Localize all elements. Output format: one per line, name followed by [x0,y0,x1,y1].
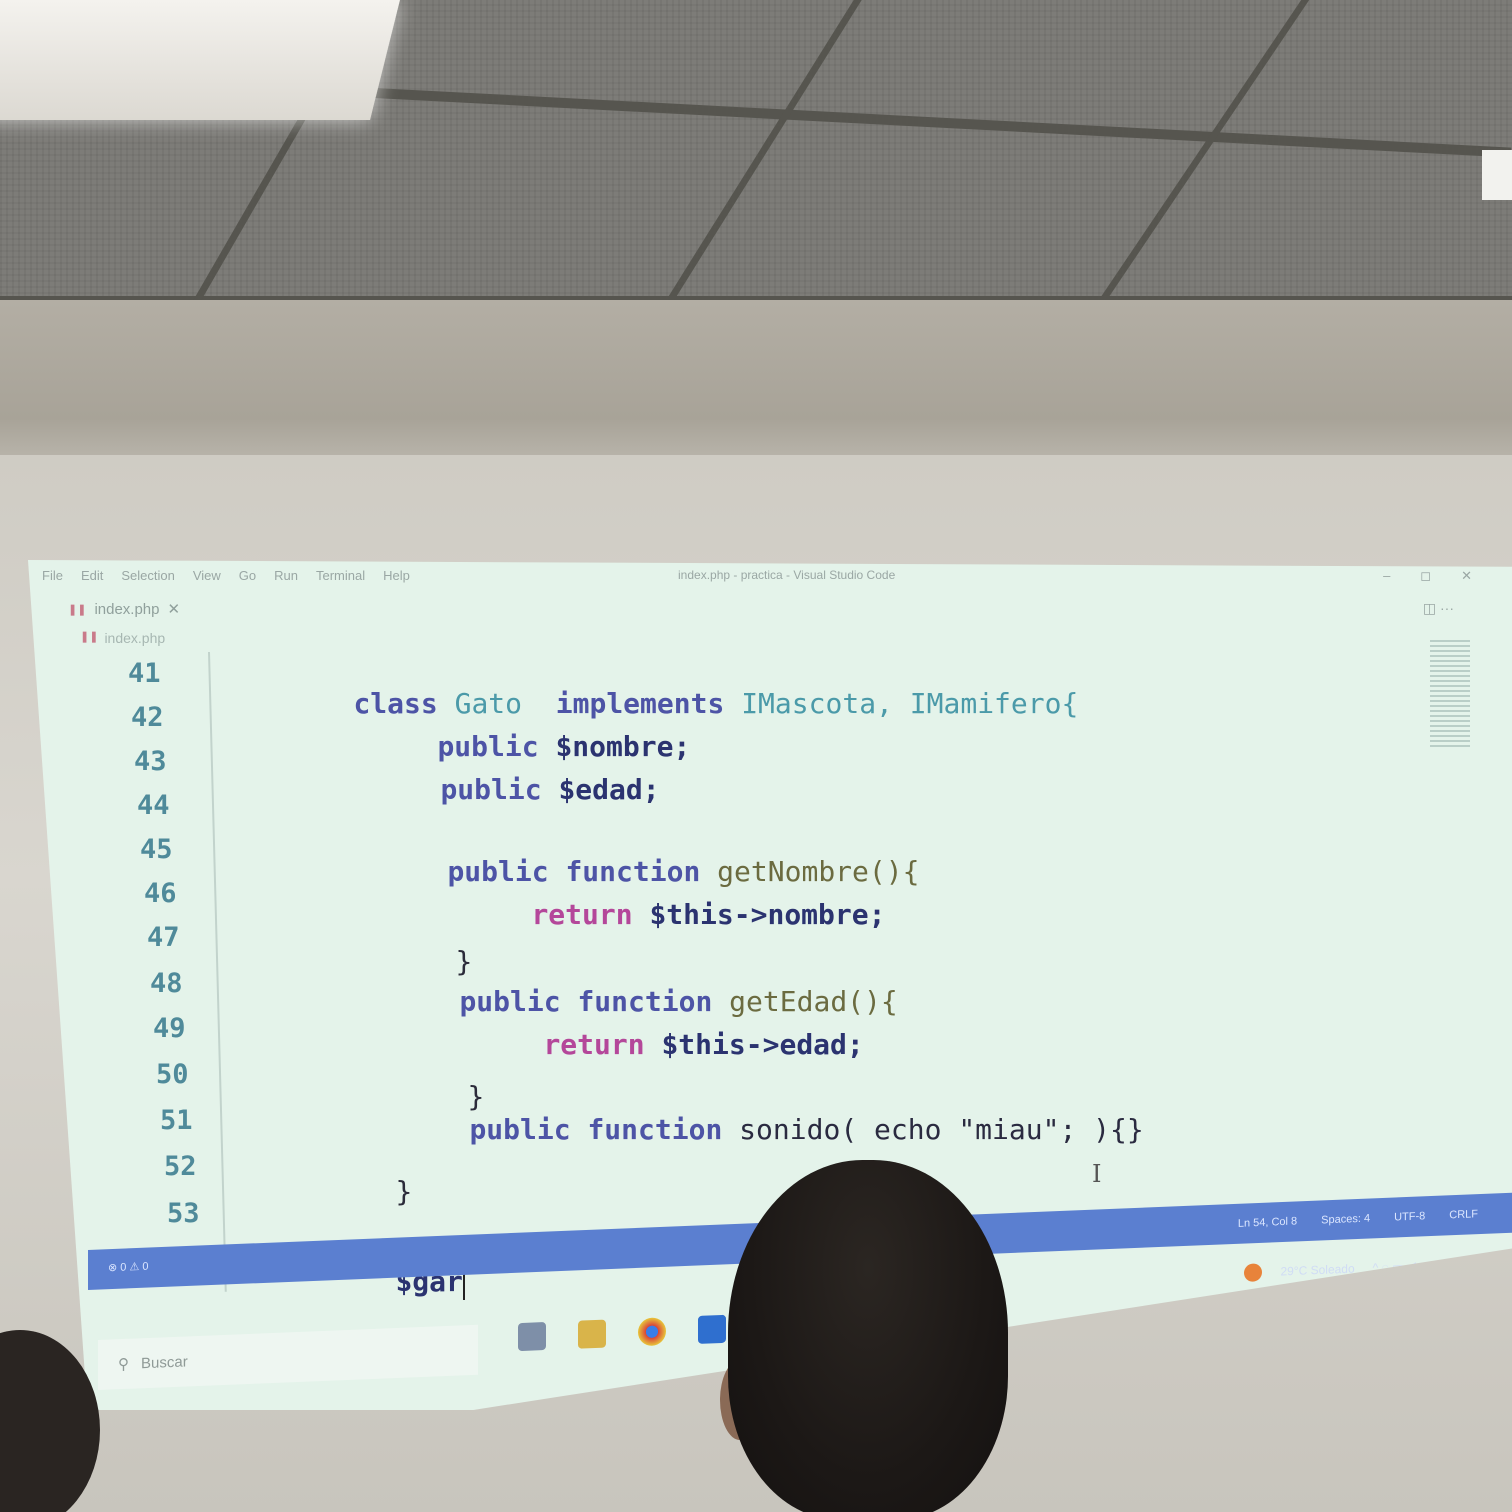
code-variable: $this->edad; [661,1028,864,1061]
task-view-icon[interactable] [518,1322,546,1352]
window-controls: – ◻ ✕ [1383,568,1472,584]
code-keyword: public [440,773,542,806]
window-title: index.php - practica - Visual Studio Cod… [678,568,896,582]
tab-close-icon[interactable]: ✕ [168,600,181,618]
file-explorer-icon[interactable] [578,1319,606,1349]
line-number: 44 [137,790,170,821]
weather-icon [1244,1263,1263,1282]
menu-run[interactable]: Run [274,568,298,583]
code-variable: $edad; [558,773,660,806]
breadcrumb: ❚❚ index.php [80,630,165,646]
php-file-icon: ❚❚ [68,603,87,616]
code-line-46[interactable]: return $this->nombre; [464,865,885,964]
cursor-position[interactable]: Ln 54, Col 8 [1238,1215,1297,1229]
line-number: 48 [150,968,183,999]
code-interface: IMascota, [741,687,893,720]
code-keyword: public [469,1113,571,1146]
split-editor-icon[interactable]: ◫ ··· [1423,600,1454,617]
menu-edit[interactable]: Edit [81,568,103,583]
line-number: 52 [164,1151,197,1182]
code-interface: IMamifero{ [909,687,1079,720]
code-variable: $this->nombre; [649,898,886,931]
code-return: return [531,898,633,931]
tab-index-php[interactable]: ❚❚ index.php ✕ [68,600,181,619]
menu-help[interactable]: Help [383,568,410,583]
code-keyword: function [587,1113,723,1146]
line-number: 41 [128,658,161,689]
line-number: 50 [156,1059,189,1090]
problems-indicator[interactable]: ⊗ 0 ⚠ 0 [108,1260,148,1275]
vscode-icon[interactable] [698,1314,726,1344]
encoding[interactable]: UTF-8 [1394,1210,1425,1223]
code-line-52[interactable]: } [328,1142,412,1241]
code-brace: } [395,1175,413,1208]
person-head [728,1160,1008,1512]
close-icon[interactable]: ✕ [1461,568,1472,584]
maximize-icon[interactable]: ◻ [1420,568,1431,584]
mouse-ibeam-icon: I [1092,1160,1102,1188]
ceiling-light [0,0,401,120]
line-number: 51 [160,1105,193,1136]
ceiling-light [1482,150,1512,200]
menu-file[interactable]: File [42,568,63,583]
line-number: 42 [131,702,164,733]
line-number: 47 [147,922,180,953]
minimap[interactable] [1430,640,1470,750]
indentation[interactable]: Spaces: 4 [1321,1213,1370,1227]
chrome-icon[interactable] [638,1317,666,1347]
line-number: 43 [134,746,167,777]
line-number: 46 [144,878,177,909]
gutter-divider [208,651,227,1292]
minimize-icon[interactable]: – [1383,568,1390,584]
search-icon: ⚲ [118,1355,129,1374]
line-number: 53 [167,1198,200,1229]
line-number: 49 [153,1013,186,1044]
breadcrumb-file[interactable]: index.php [104,630,165,646]
code-return: return [543,1028,645,1061]
code-line-51[interactable]: public function sonido( echo "miau"; ){} [402,1080,1144,1179]
menu-view[interactable]: View [193,568,221,583]
wall [0,300,1512,470]
menu-go[interactable]: Go [239,568,256,583]
search-placeholder: Buscar [141,1352,188,1372]
taskbar-search[interactable]: ⚲ Buscar [98,1324,478,1390]
tab-label: index.php [94,600,160,618]
line-ending[interactable]: CRLF [1449,1208,1478,1221]
line-number: 45 [140,834,173,865]
code-rest: sonido( echo "miau"; ){} [739,1113,1144,1146]
php-file-icon: ❚❚ [80,631,99,643]
menu-selection[interactable]: Selection [121,568,174,583]
menu-terminal[interactable]: Terminal [316,568,365,583]
